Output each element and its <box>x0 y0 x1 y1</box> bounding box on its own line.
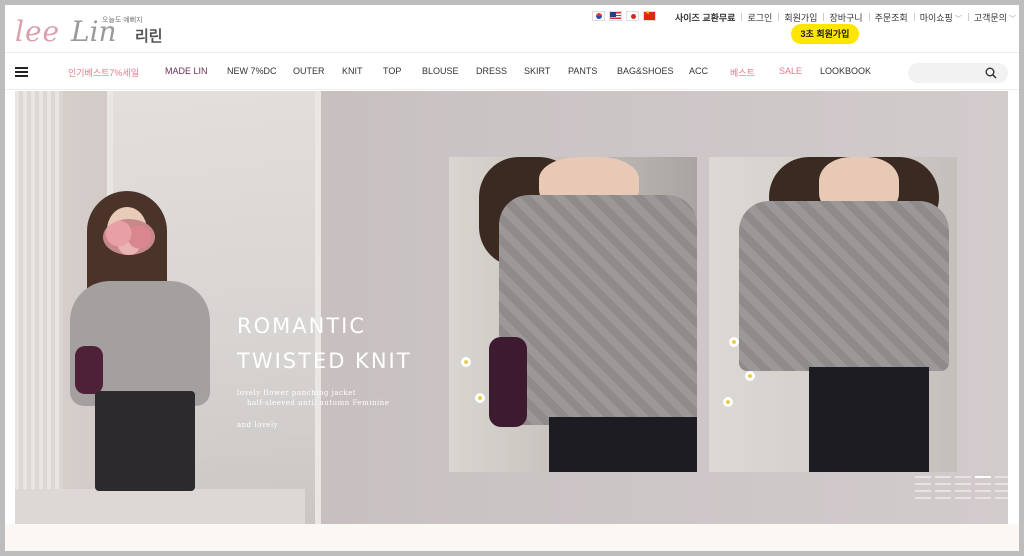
my-shopping-label: 마이쇼핑 <box>919 13 953 23</box>
quick-signup-button[interactable]: 3초 회원가입 <box>791 24 859 44</box>
japan-flag-icon[interactable] <box>626 11 639 21</box>
hero-sub-line2: half-sleeved until autumn Feminine <box>247 399 390 407</box>
slide-dot[interactable] <box>935 476 951 478</box>
nav-item-dress[interactable]: DRESS <box>476 66 507 76</box>
hero-banner[interactable]: ROMANTIC TWISTED KNIT lovely flower punc… <box>15 91 1008 524</box>
main-nav-bar: 인기베스트7%세일 MADE LIN NEW 7%DC OUTER KNIT T… <box>5 52 1019 90</box>
slide-dot[interactable] <box>975 497 991 499</box>
slide-dot[interactable] <box>915 476 931 478</box>
china-flag-icon[interactable] <box>643 9 656 21</box>
slide-dot[interactable] <box>955 490 971 492</box>
customer-service-menu[interactable]: 고객문의 ﹀ <box>967 11 1019 24</box>
nav-item-made-lin[interactable]: MADE LIN <box>165 66 208 76</box>
usa-flag-icon[interactable] <box>609 11 622 21</box>
product-photo-1[interactable] <box>449 157 697 472</box>
slide-dot-active[interactable] <box>975 476 991 478</box>
my-shopping-menu[interactable]: 마이쇼핑 ﹀ <box>913 11 968 24</box>
daisy-decoration <box>723 397 733 407</box>
slide-dot[interactable] <box>935 490 951 492</box>
nav-item-lookbook[interactable]: LOOKBOOK <box>820 66 871 76</box>
photo-pants <box>549 417 697 472</box>
language-flags <box>592 9 656 21</box>
nav-item-best[interactable]: 베스트 <box>730 66 755 79</box>
daisy-decoration <box>729 337 739 347</box>
logo-korean: 리린 <box>135 28 163 45</box>
nav-item-bag-shoes[interactable]: BAG&SHOES <box>617 66 674 76</box>
chevron-down-icon: ﹀ <box>954 16 962 23</box>
nav-item-outer[interactable]: OUTER <box>293 66 325 76</box>
nav-item-blouse[interactable]: BLOUSE <box>422 66 459 76</box>
top-utility-links: 사이즈 교환무료 로그인 회원가입 장바구니 주문조회 마이쇼핑 ﹀ 고객문의 ﹀ <box>669 11 1019 24</box>
photo-pants <box>809 367 929 472</box>
photo-sweater <box>499 195 697 425</box>
nav-item-pants[interactable]: PANTS <box>568 66 597 76</box>
hero-title-line1: ROMANTIC <box>237 314 366 338</box>
hero-sub-line3: and lovely <box>237 421 279 429</box>
nav-item-best-sale[interactable]: 인기베스트7%세일 <box>68 66 139 79</box>
slide-dot[interactable] <box>935 483 951 485</box>
slide-dot[interactable] <box>995 476 1008 478</box>
model-skirt <box>95 391 195 491</box>
daisy-decoration <box>745 371 755 381</box>
hero-title: ROMANTIC TWISTED KNIT <box>237 309 412 379</box>
signup-link[interactable]: 회원가입 <box>778 11 823 24</box>
nav-item-new[interactable]: NEW 7%DC <box>227 66 277 76</box>
logo-tagline: 오늘도 예뻐지 <box>102 17 143 24</box>
slide-dot[interactable] <box>955 497 971 499</box>
daisy-decoration <box>475 393 485 403</box>
slide-dot[interactable] <box>975 490 991 492</box>
slide-dot[interactable] <box>915 497 931 499</box>
menu-icon[interactable] <box>15 67 28 77</box>
slide-dot[interactable] <box>955 483 971 485</box>
slide-dot[interactable] <box>975 483 991 485</box>
nav-item-skirt[interactable]: SKIRT <box>524 66 550 76</box>
window-frame <box>315 91 321 524</box>
nav-item-acc[interactable]: ACC <box>689 66 708 76</box>
photo-sweater <box>739 201 949 371</box>
slide-dot[interactable] <box>995 497 1008 499</box>
customer-service-label: 고객문의 <box>973 13 1007 23</box>
hero-table <box>15 489 305 524</box>
daisy-decoration <box>461 357 471 367</box>
logo-script: lee <box>15 15 61 48</box>
slide-dot[interactable] <box>995 483 1008 485</box>
slide-dot[interactable] <box>915 483 931 485</box>
page-frame: lee Lin 오늘도 예뻐지 리린 사이즈 교환무료 로그인 회원가입 장바구… <box>5 5 1019 551</box>
hero-title-line2: TWISTED KNIT <box>237 349 412 373</box>
slide-dot[interactable] <box>955 476 971 478</box>
slide-dot[interactable] <box>935 497 951 499</box>
below-hero-strip <box>5 524 1019 551</box>
slide-dot[interactable] <box>995 490 1008 492</box>
hero-curtain <box>15 91 63 524</box>
nav-item-sale[interactable]: SALE <box>779 66 802 76</box>
size-exchange-link[interactable]: 사이즈 교환무료 <box>669 11 741 24</box>
login-link[interactable]: 로그인 <box>741 11 778 24</box>
product-photo-2[interactable] <box>709 157 957 472</box>
korea-flag-icon[interactable] <box>592 11 605 21</box>
model-bag <box>75 346 103 394</box>
hero-subtitle: lovely flower punching jacket half-sleev… <box>237 388 389 430</box>
nav-item-knit[interactable]: KNIT <box>342 66 363 76</box>
hero-sub-line1: lovely flower punching jacket <box>237 389 357 397</box>
chevron-down-icon: ﹀ <box>1008 16 1016 23</box>
flower-bouquet <box>103 219 155 255</box>
slide-dot[interactable] <box>915 490 931 492</box>
nav-item-top[interactable]: TOP <box>383 66 401 76</box>
photo-bag <box>489 337 527 427</box>
slide-pager <box>915 476 1008 504</box>
search-icon[interactable] <box>985 67 997 79</box>
brand-logo[interactable]: lee Lin 오늘도 예뻐지 리린 <box>15 13 165 49</box>
order-lookup-link[interactable]: 주문조회 <box>868 11 914 24</box>
cart-link[interactable]: 장바구니 <box>823 11 868 24</box>
